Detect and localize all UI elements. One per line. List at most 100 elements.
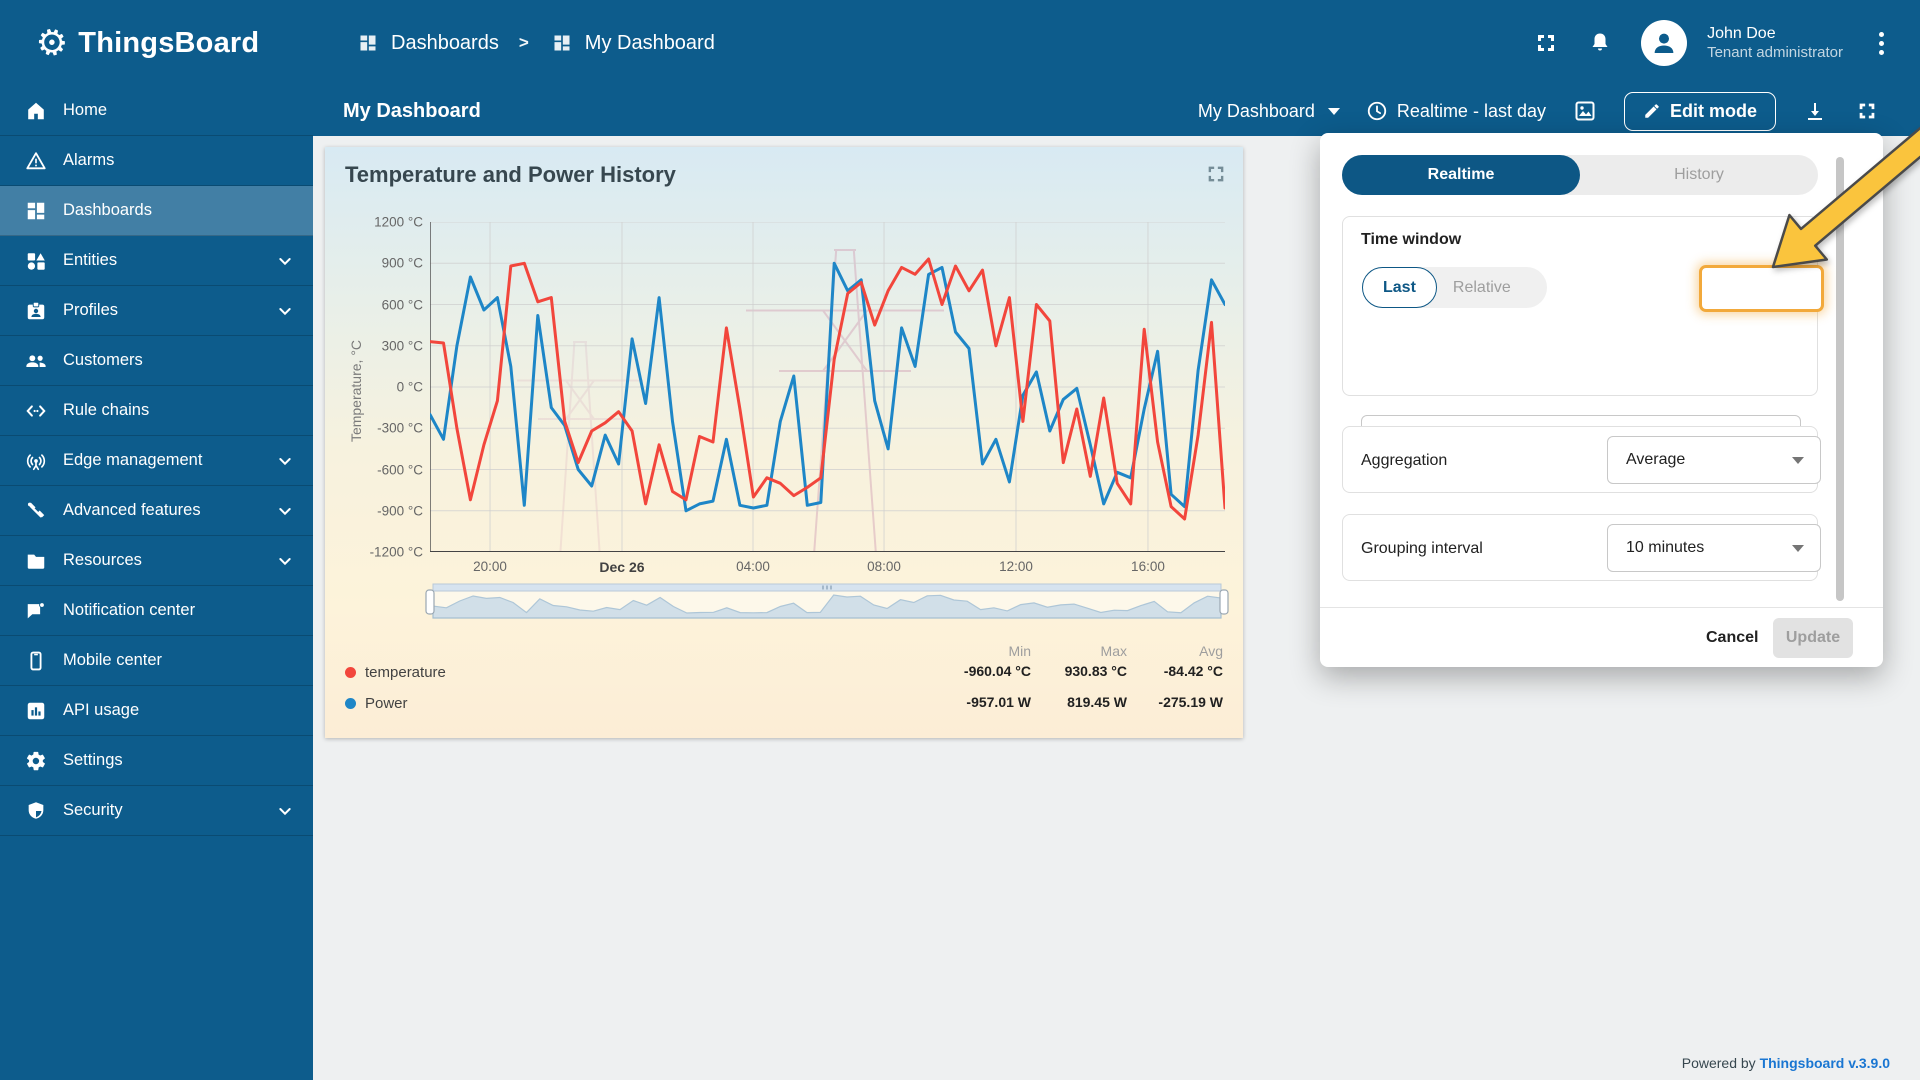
cancel-button[interactable]: Cancel xyxy=(1696,620,1768,656)
user-info[interactable]: John Doe Tenant administrator xyxy=(1707,24,1843,63)
y-tick-label: -1200 °C xyxy=(369,544,423,560)
thingsboard-app: ⚙ ThingsBoard Dashboards > My Dashboard xyxy=(0,0,1920,1080)
thingsboard-version-link[interactable]: Thingsboard v.3.9.0 xyxy=(1760,1055,1890,1071)
grouping-interval-select[interactable]: 10 minutes xyxy=(1607,524,1821,572)
x-tick-label: 04:00 xyxy=(736,559,770,574)
rule-chains-icon xyxy=(24,399,48,423)
widget-title: Temperature and Power History xyxy=(345,162,676,187)
fullscreen-icon[interactable] xyxy=(1533,30,1559,56)
user-name: John Doe xyxy=(1707,24,1776,42)
stats-header: Avg xyxy=(1199,643,1223,659)
chevron-down-icon xyxy=(277,303,293,319)
edit-mode-button[interactable]: Edit mode xyxy=(1623,91,1776,131)
stats-value-row: -957.01 W 819.45 W -275.19 W xyxy=(935,694,1223,710)
sidebar-item-notification-center[interactable]: Notification center xyxy=(0,586,313,636)
sidebar-item-advanced-features[interactable]: Advanced features xyxy=(0,486,313,536)
aggregation-label: Aggregation xyxy=(1361,451,1448,469)
update-button[interactable]: Update xyxy=(1773,618,1853,658)
scrubber-handle-right[interactable] xyxy=(1219,589,1229,615)
popover-footer-divider xyxy=(1320,607,1883,608)
sidebar-item-mobile-center[interactable]: Mobile center xyxy=(0,636,313,686)
chevron-down-icon xyxy=(277,553,293,569)
widget-expand-icon[interactable] xyxy=(1205,163,1227,185)
stats-value: -84.42 °C xyxy=(1163,663,1223,679)
sidebar-item-edge-management[interactable]: Edge management xyxy=(0,436,313,486)
y-tick-label: 900 °C xyxy=(381,255,423,271)
tab-history[interactable]: History xyxy=(1580,155,1818,195)
stats-value: 819.45 W xyxy=(1067,694,1127,710)
image-gallery-icon[interactable] xyxy=(1572,98,1598,124)
series-label[interactable]: Power xyxy=(365,695,408,712)
sidebar-item-alarms[interactable]: Alarms xyxy=(0,136,313,186)
scrubber-handle-left[interactable] xyxy=(425,589,435,615)
clock-icon xyxy=(1367,101,1387,121)
series-color-dot xyxy=(345,698,356,709)
brand[interactable]: ⚙ ThingsBoard xyxy=(0,19,300,67)
sidebar-item-profiles[interactable]: Profiles xyxy=(0,286,313,336)
shield-icon xyxy=(24,799,48,823)
sidebar-item-home[interactable]: Home xyxy=(0,86,313,136)
stats-value: 930.83 °C xyxy=(1064,663,1127,679)
chevron-down-icon xyxy=(1327,107,1340,115)
stats-header: Min xyxy=(1008,643,1031,659)
y-tick-label: -900 °C xyxy=(377,503,423,519)
sidebar-item-rule-chains[interactable]: Rule chains xyxy=(0,386,313,436)
breadcrumb-dashboards[interactable]: Dashboards xyxy=(355,30,499,56)
brand-name: ThingsBoard xyxy=(78,26,260,59)
tab-realtime[interactable]: Realtime xyxy=(1342,155,1580,195)
chart-widget: Temperature and Power History Temperatur… xyxy=(325,147,1243,738)
stats-header: Max xyxy=(1100,643,1127,659)
sidebar-item-resources[interactable]: Resources xyxy=(0,536,313,586)
download-icon[interactable] xyxy=(1802,98,1828,124)
page-title: My Dashboard xyxy=(343,99,481,122)
time-window-label: Time window xyxy=(1361,231,1462,248)
toggle-last[interactable]: Last xyxy=(1362,267,1437,308)
highlighted-time-input[interactable] xyxy=(1699,265,1824,312)
gear-icon xyxy=(24,749,48,773)
folder-icon xyxy=(24,549,48,573)
legend-item: temperature xyxy=(345,664,446,681)
user-role: Tenant administrator xyxy=(1707,43,1843,61)
notifications-bell-icon[interactable] xyxy=(1587,30,1613,56)
app-header: ⚙ ThingsBoard Dashboards > My Dashboard xyxy=(0,0,1920,86)
user-avatar[interactable] xyxy=(1641,20,1688,66)
sidebar-item-dashboards[interactable]: Dashboards xyxy=(0,186,313,236)
sidebar-item-settings[interactable]: Settings xyxy=(0,736,313,786)
pencil-icon xyxy=(1645,104,1659,118)
x-tick-label: 20:00 xyxy=(473,559,507,574)
dashboard-icon xyxy=(549,30,575,56)
aggregation-select[interactable]: Average xyxy=(1607,436,1821,484)
breadcrumb-my-dashboard[interactable]: My Dashboard xyxy=(549,30,715,56)
stats-value-row: -960.04 °C 930.83 °C -84.42 °C xyxy=(935,663,1223,679)
sidebar-item-entities[interactable]: Entities xyxy=(0,236,313,286)
timewindow-button[interactable]: Realtime - last day xyxy=(1366,100,1546,122)
chevron-down-icon xyxy=(277,253,293,269)
sidebar-item-customers[interactable]: Customers xyxy=(0,336,313,386)
tools-icon xyxy=(24,499,48,523)
last-relative-toggle: Last Relative xyxy=(1362,267,1547,308)
dashboard-state-select[interactable]: My Dashboard xyxy=(1198,101,1340,122)
kebab-menu-icon[interactable] xyxy=(1871,28,1892,59)
sidebar-item-api-usage[interactable]: API usage xyxy=(0,686,313,736)
entities-icon xyxy=(24,249,48,273)
thingsboard-logo-icon: ⚙ xyxy=(31,18,73,67)
y-tick-label: 300 °C xyxy=(381,338,423,354)
toolbar-fullscreen-icon[interactable] xyxy=(1854,98,1880,124)
toggle-relative[interactable]: Relative xyxy=(1437,279,1527,297)
popover-scrollbar[interactable] xyxy=(1836,157,1844,601)
dashboard-toolbar: My Dashboard My Dashboard Realtime - las… xyxy=(313,86,1920,136)
notification-icon xyxy=(24,599,48,623)
stats-header-row: Min Max Avg xyxy=(935,643,1223,659)
y-tick-label: -300 °C xyxy=(377,420,423,436)
grouping-interval-section: Grouping interval 10 minutes xyxy=(1342,514,1821,581)
y-tick-label: -600 °C xyxy=(377,462,423,477)
aggregation-section: Aggregation Average xyxy=(1342,426,1821,493)
y-tick-label: 0 °C xyxy=(396,379,423,395)
dashboards-icon xyxy=(355,30,381,56)
chevron-down-icon xyxy=(277,453,293,469)
timeline-scrubber[interactable] xyxy=(425,583,1229,619)
x-tick-label: Dec 26 xyxy=(599,559,645,575)
series-label[interactable]: temperature xyxy=(365,664,446,681)
sidebar-item-security[interactable]: Security xyxy=(0,786,313,836)
grouping-interval-label: Grouping interval xyxy=(1361,539,1483,557)
